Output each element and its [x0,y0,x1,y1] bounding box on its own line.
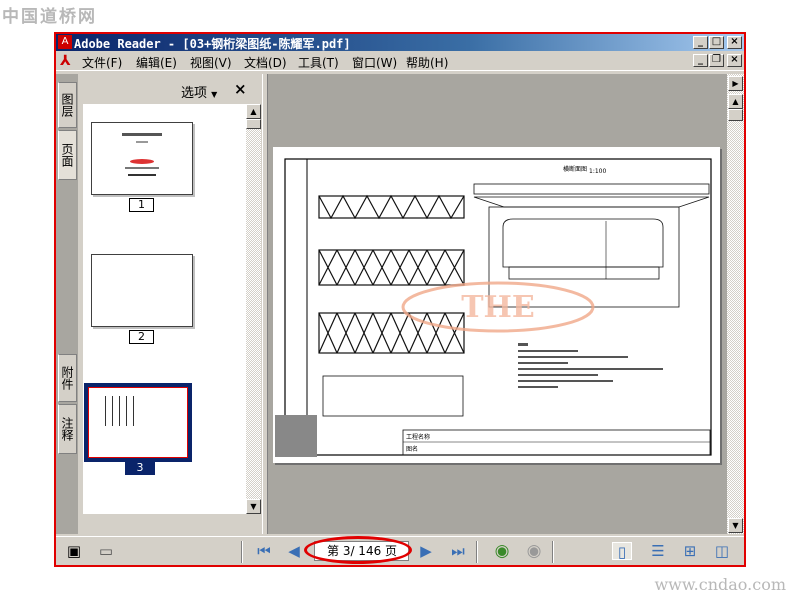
scroll-down-icon[interactable]: ▼ [728,518,743,533]
doc-restore-button[interactable]: ❐ [709,54,724,67]
full-screen-icon[interactable]: ▣ [64,542,84,560]
page-layout-icon[interactable]: ▭ [96,542,116,560]
options-menu[interactable]: 选项 ▼ [181,82,217,101]
scroll-up-icon[interactable]: ▲ [728,94,743,109]
continuous-view-icon[interactable]: ☰ [648,542,668,560]
thumbnail-scrollbar[interactable]: ▲ ▼ [246,104,261,514]
title-bar[interactable]: A Adobe Reader - [03+钢桁梁图纸-陈耀军.pdf] _ □ … [56,34,744,51]
tab-layers[interactable]: 图层 [58,82,77,128]
tab-attachments[interactable]: 附件 [58,354,77,402]
pdf-document-icon: ⅄ [60,53,71,69]
status-toolbar: ▣ ▭ ⏮ ◀ 第 3/ 146 页 ▶ ⏭ ◉ ◉ ▯ ☰ ⊞ ◫ [56,536,744,565]
maximize-button[interactable]: □ [709,36,724,49]
scroll-up-icon[interactable]: ▲ [246,104,261,119]
scroll-thumb[interactable] [728,109,743,121]
navigation-tabs: 图层 页面 附件 注释 [56,74,78,534]
single-page-view-icon[interactable]: ▯ [612,542,632,561]
options-label: 选项 [181,86,208,101]
expand-right-icon[interactable]: ▶ [728,76,743,91]
doc-minimize-button[interactable]: _ [693,54,708,67]
qr-code [275,415,317,457]
menu-view[interactable]: 视图(V) [190,54,232,71]
previous-page-button[interactable]: ◀ [284,542,304,560]
panel-close-button[interactable]: × [234,80,247,98]
document-scrollbar[interactable]: ▶ ▲ ▼ [727,74,744,534]
tab-comments[interactable]: 注释 [58,404,77,454]
menu-file[interactable]: 文件(F) [82,54,122,71]
notes-text [518,343,663,388]
site-watermark: 中国道桥网 [2,7,97,27]
menu-edit[interactable]: 编辑(E) [136,54,177,71]
menu-help[interactable]: 帮助(H) [406,54,448,71]
facing-pages-icon[interactable]: ⊞ [680,542,700,560]
page-thumbnail-3-selected[interactable] [84,383,192,462]
menu-bar: ⅄ 文件(F) 编辑(E) 视图(V) 文档(D) 工具(T) 窗口(W) 帮助… [56,51,744,71]
go-back-icon[interactable]: ◉ [492,542,512,560]
page-number-label-selected: 3 [125,461,155,475]
tab-pages[interactable]: 页面 [58,130,77,180]
page-number-label: 1 [129,198,154,212]
menu-window[interactable]: 窗口(W) [352,54,397,71]
drawing-scale: 1:100 [589,168,606,175]
site-url-watermark: www.cndao.com [654,575,786,594]
adobe-reader-window: A Adobe Reader - [03+钢桁梁图纸-陈耀军.pdf] _ □ … [54,32,746,567]
doc-close-button[interactable]: × [727,54,742,67]
first-page-button[interactable]: ⏮ [254,542,274,560]
last-page-button[interactable]: ⏭ [448,542,468,560]
pages-panel: 选项 ▼ × 1 2 3 ▲ ▼ [79,74,262,534]
engineering-drawing: THE 横断面图 1:100 工程名称 图名 [275,158,712,457]
scroll-thumb[interactable] [246,119,261,129]
panel-header: 选项 ▼ × [79,74,262,102]
the-logo-watermark: THE [461,290,535,325]
document-view: THE 横断面图 1:100 工程名称 图名 [268,74,727,534]
go-forward-icon[interactable]: ◉ [524,542,544,560]
section-title: 横断面图 [563,165,587,173]
pdf-page: THE 横断面图 1:100 工程名称 图名 [273,147,720,463]
scroll-down-icon[interactable]: ▼ [246,499,261,514]
thumbnail-list: 1 2 3 [83,104,246,514]
adobe-app-icon: A [58,35,72,49]
highlight-ellipse [304,536,412,564]
page-number-label: 2 [129,330,154,344]
minimize-button[interactable]: _ [693,36,708,49]
menu-tools[interactable]: 工具(T) [298,54,339,71]
window-title: Adobe Reader - [03+钢桁梁图纸-陈耀军.pdf] [74,37,351,51]
page-thumbnail-1[interactable] [91,122,193,195]
menu-document[interactable]: 文档(D) [244,54,287,71]
project-label: 工程名称 [406,433,430,441]
page-thumbnail-2[interactable] [91,254,193,327]
next-page-button[interactable]: ▶ [416,542,436,560]
continuous-facing-icon[interactable]: ◫ [712,542,732,560]
close-button[interactable]: × [727,36,742,49]
drawing-name-label: 图名 [406,445,418,453]
dropdown-arrow-icon: ▼ [211,90,218,99]
